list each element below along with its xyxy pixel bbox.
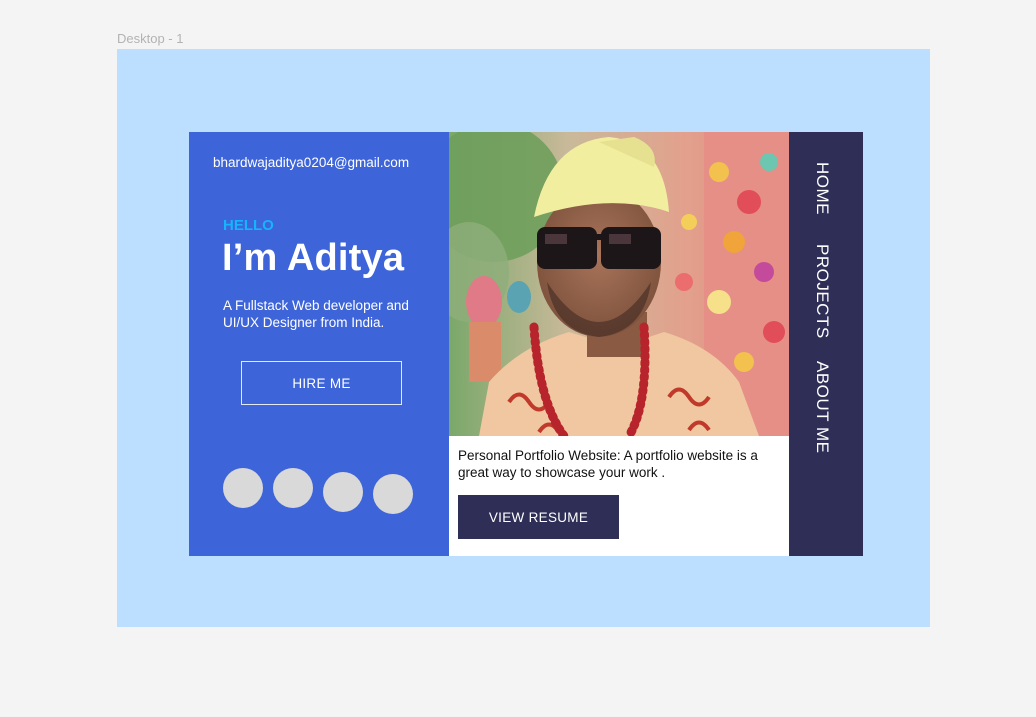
social-icon-4[interactable] [373, 474, 413, 514]
social-icon-3[interactable] [323, 472, 363, 512]
nav-home[interactable]: HOME [812, 162, 832, 215]
social-icon-1[interactable] [223, 468, 263, 508]
profile-photo [449, 132, 789, 436]
tagline: A Fullstack Web developer and UI/UX Desi… [223, 298, 409, 330]
project-panel: Personal Portfolio Website: A portfolio … [449, 132, 789, 556]
email-link[interactable]: bhardwajaditya0204@gmail.com [213, 155, 409, 170]
social-icon-2[interactable] [273, 468, 313, 508]
nav-projects[interactable]: PROJECTS [812, 244, 832, 339]
frame-label: Desktop - 1 [117, 31, 184, 46]
project-description: Personal Portfolio Website: A portfolio … [458, 448, 758, 480]
desktop-frame: bhardwajaditya0204@gmail.com HELLO I’m A… [117, 49, 930, 627]
portfolio-card: bhardwajaditya0204@gmail.com HELLO I’m A… [189, 132, 863, 556]
page-title: I’m Aditya [222, 237, 405, 279]
intro-panel: bhardwajaditya0204@gmail.com HELLO I’m A… [189, 132, 449, 556]
side-nav: HOME PROJECTS ABOUT ME [789, 132, 863, 556]
greeting: HELLO [223, 217, 274, 234]
nav-about-me[interactable]: ABOUT ME [812, 361, 832, 453]
hire-me-button[interactable]: HIRE ME [241, 361, 402, 405]
view-resume-button[interactable]: VIEW RESUME [458, 495, 619, 539]
